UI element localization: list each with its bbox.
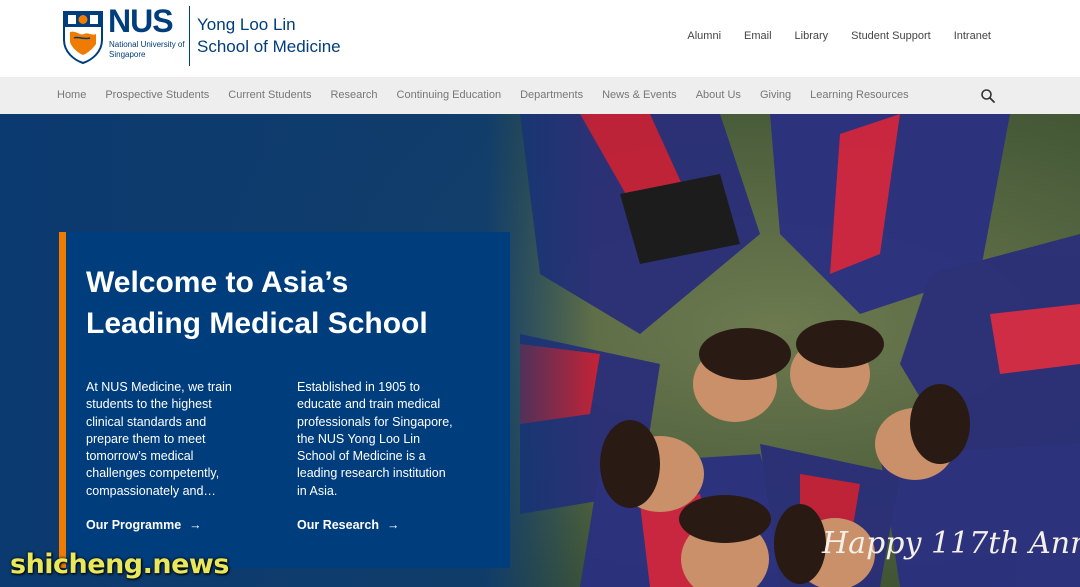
school-name-line1: Yong Loo Lin (197, 15, 296, 34)
school-name[interactable]: Yong Loo Lin School of Medicine (197, 14, 341, 58)
logo-divider (189, 6, 190, 66)
hero-history-text: Established in 1905 to educate and train… (297, 380, 453, 498)
nav-item-news-events[interactable]: News & Events (602, 89, 677, 101)
hero-title-line2: Leading Medical School (86, 307, 428, 340)
hero-title-line1: Welcome to Asia’s (86, 266, 349, 299)
nus-subtitle: National University of Singapore (109, 40, 185, 59)
nus-crest-icon (63, 11, 103, 64)
utility-nav: Alumni Email Library Student Support Int… (664, 30, 991, 42)
nav-item-departments[interactable]: Departments (520, 89, 583, 101)
nav-item-learning-resources[interactable]: Learning Resources (810, 89, 908, 101)
nav-item-giving[interactable]: Giving (760, 89, 791, 101)
nav-item-about-us[interactable]: About Us (696, 89, 741, 101)
watermark-text: shicheng.news (10, 549, 229, 580)
hero-intro-text: At NUS Medicine, we train students to th… (86, 380, 232, 498)
nav-item-home[interactable]: Home (57, 89, 86, 101)
nav-item-prospective-students[interactable]: Prospective Students (105, 89, 209, 101)
arrow-right-icon: → (386, 518, 400, 532)
card-accent-bar (59, 232, 66, 568)
search-icon[interactable] (980, 88, 996, 104)
nav-item-current-students[interactable]: Current Students (228, 89, 311, 101)
school-name-line2: School of Medicine (197, 37, 341, 56)
nav-item-research[interactable]: Research (330, 89, 377, 101)
arrow-right-icon: → (189, 518, 202, 532)
util-link-alumni[interactable]: Alumni (687, 30, 721, 42)
our-research-link[interactable]: Our Research → (297, 518, 399, 532)
hero-banner: Welcome to Asia’s Leading Medical School… (0, 114, 1080, 587)
our-research-label: Our Research (297, 518, 379, 532)
site-header: NUS National University of Singapore Yon… (0, 0, 1080, 77)
our-programme-link[interactable]: Our Programme → (86, 518, 202, 532)
util-link-student-support[interactable]: Student Support (851, 30, 931, 42)
nav-item-continuing-education[interactable]: Continuing Education (397, 89, 502, 101)
nus-wordmark: NUS (108, 3, 174, 39)
util-link-library[interactable]: Library (795, 30, 829, 42)
main-nav: Home Prospective Students Current Studen… (0, 77, 1080, 115)
anniversary-script: Happy 117th Annivers (822, 526, 1080, 561)
util-link-intranet[interactable]: Intranet (954, 30, 991, 42)
our-programme-label: Our Programme (86, 518, 182, 532)
hero-title: Welcome to Asia’s Leading Medical School (86, 262, 486, 344)
util-link-email[interactable]: Email (744, 30, 772, 42)
welcome-card: Welcome to Asia’s Leading Medical School… (59, 232, 510, 568)
